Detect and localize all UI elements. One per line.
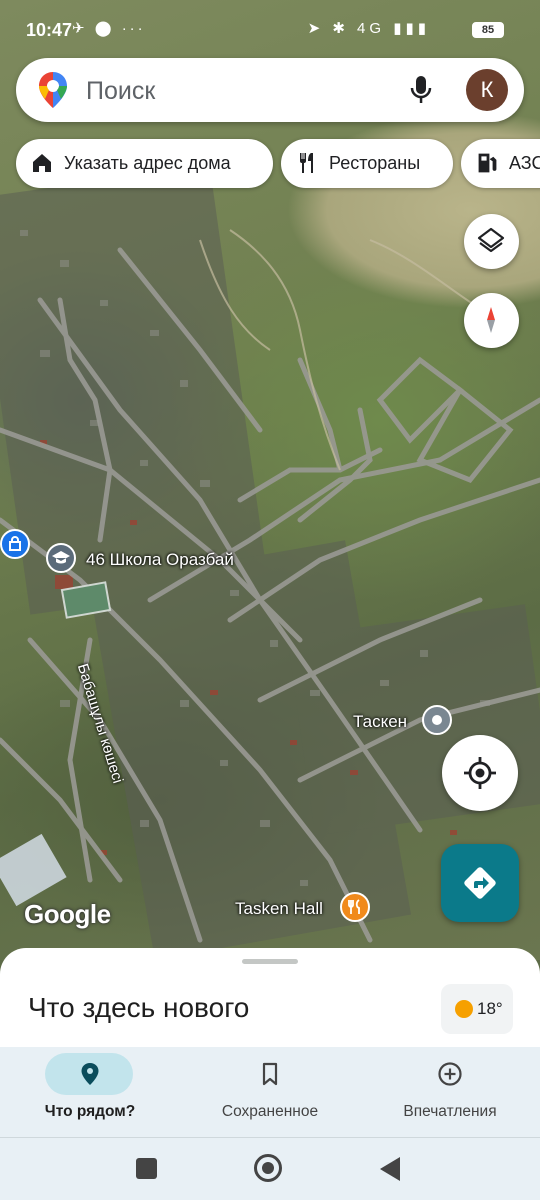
school-poi-icon[interactable]: [46, 543, 76, 573]
compass-button[interactable]: [464, 293, 519, 348]
home-button[interactable]: [254, 1154, 282, 1182]
directions-button[interactable]: [441, 844, 519, 922]
place-poi-icon[interactable]: [422, 705, 452, 735]
nav-label: Впечатления: [403, 1103, 497, 1120]
bottom-navigation: Что рядом? Сохраненное Впечатления: [0, 1047, 540, 1137]
battery-icon: 85: [472, 22, 504, 38]
crosshair-icon: [464, 757, 496, 789]
layers-icon: [477, 227, 505, 253]
restaurant-icon: [300, 153, 313, 173]
home-icon: [33, 154, 51, 172]
chip-label: Рестораны: [329, 153, 421, 173]
notification-icons: ✈ ⬤ ···: [72, 20, 146, 37]
nav-label: Что рядом?: [44, 1103, 136, 1120]
compass-icon: [487, 307, 495, 333]
signal-icons: ➤ ✱ 4G ▮▮▮: [307, 20, 430, 37]
school-label[interactable]: 46 Школа Оразбай: [86, 550, 234, 570]
chip-restaurants[interactable]: Рестораны: [281, 139, 453, 188]
recents-button[interactable]: [136, 1158, 157, 1179]
sheet-drag-handle[interactable]: [242, 959, 298, 964]
google-maps-pin-icon: [39, 72, 67, 108]
microphone-icon[interactable]: [408, 74, 434, 106]
sheet-title: Что здесь нового: [28, 992, 250, 1023]
chip-label: Указать адрес дома: [64, 153, 231, 173]
nav-saved[interactable]: Сохраненное: [180, 1047, 360, 1137]
weather-temperature: 18°: [477, 999, 503, 1018]
bookmark-icon: [262, 1062, 278, 1086]
my-location-button[interactable]: [442, 735, 518, 811]
google-logo: Google: [24, 899, 111, 929]
restaurant-poi-icon[interactable]: [340, 892, 370, 922]
nav-explore[interactable]: Что рядом?: [0, 1047, 180, 1137]
place-label[interactable]: Таскен: [353, 712, 407, 732]
gas-station-icon: [478, 153, 497, 173]
bottom-sheet[interactable]: Что здесь нового 18°: [0, 948, 540, 1048]
chip-label: АЗС: [509, 153, 540, 173]
directions-icon: [464, 867, 496, 899]
chip-home-address[interactable]: Указать адрес дома: [16, 139, 273, 188]
status-time: 10:47: [26, 20, 73, 40]
venue-label[interactable]: Tasken Hall: [235, 899, 323, 919]
nav-contribute[interactable]: Впечатления: [360, 1047, 540, 1137]
add-circle-icon: [438, 1062, 462, 1086]
chip-gas-stations[interactable]: АЗС: [461, 139, 540, 188]
search-bar[interactable]: Поиск К: [16, 58, 524, 122]
nav-label: Сохраненное: [221, 1103, 319, 1120]
shopping-poi-icon[interactable]: [0, 529, 30, 559]
weather-badge[interactable]: 18°: [441, 984, 513, 1034]
status-bar: 10:47 ✈ ⬤ ··· ➤ ✱ 4G ▮▮▮ 85: [0, 0, 540, 60]
layers-button[interactable]: [464, 214, 519, 269]
place-pin-icon: [81, 1063, 99, 1085]
back-button[interactable]: [380, 1157, 400, 1181]
avatar[interactable]: К: [466, 69, 508, 111]
system-navigation-bar: [0, 1137, 540, 1200]
search-input[interactable]: Поиск: [86, 77, 155, 106]
sun-icon: [455, 1000, 473, 1018]
